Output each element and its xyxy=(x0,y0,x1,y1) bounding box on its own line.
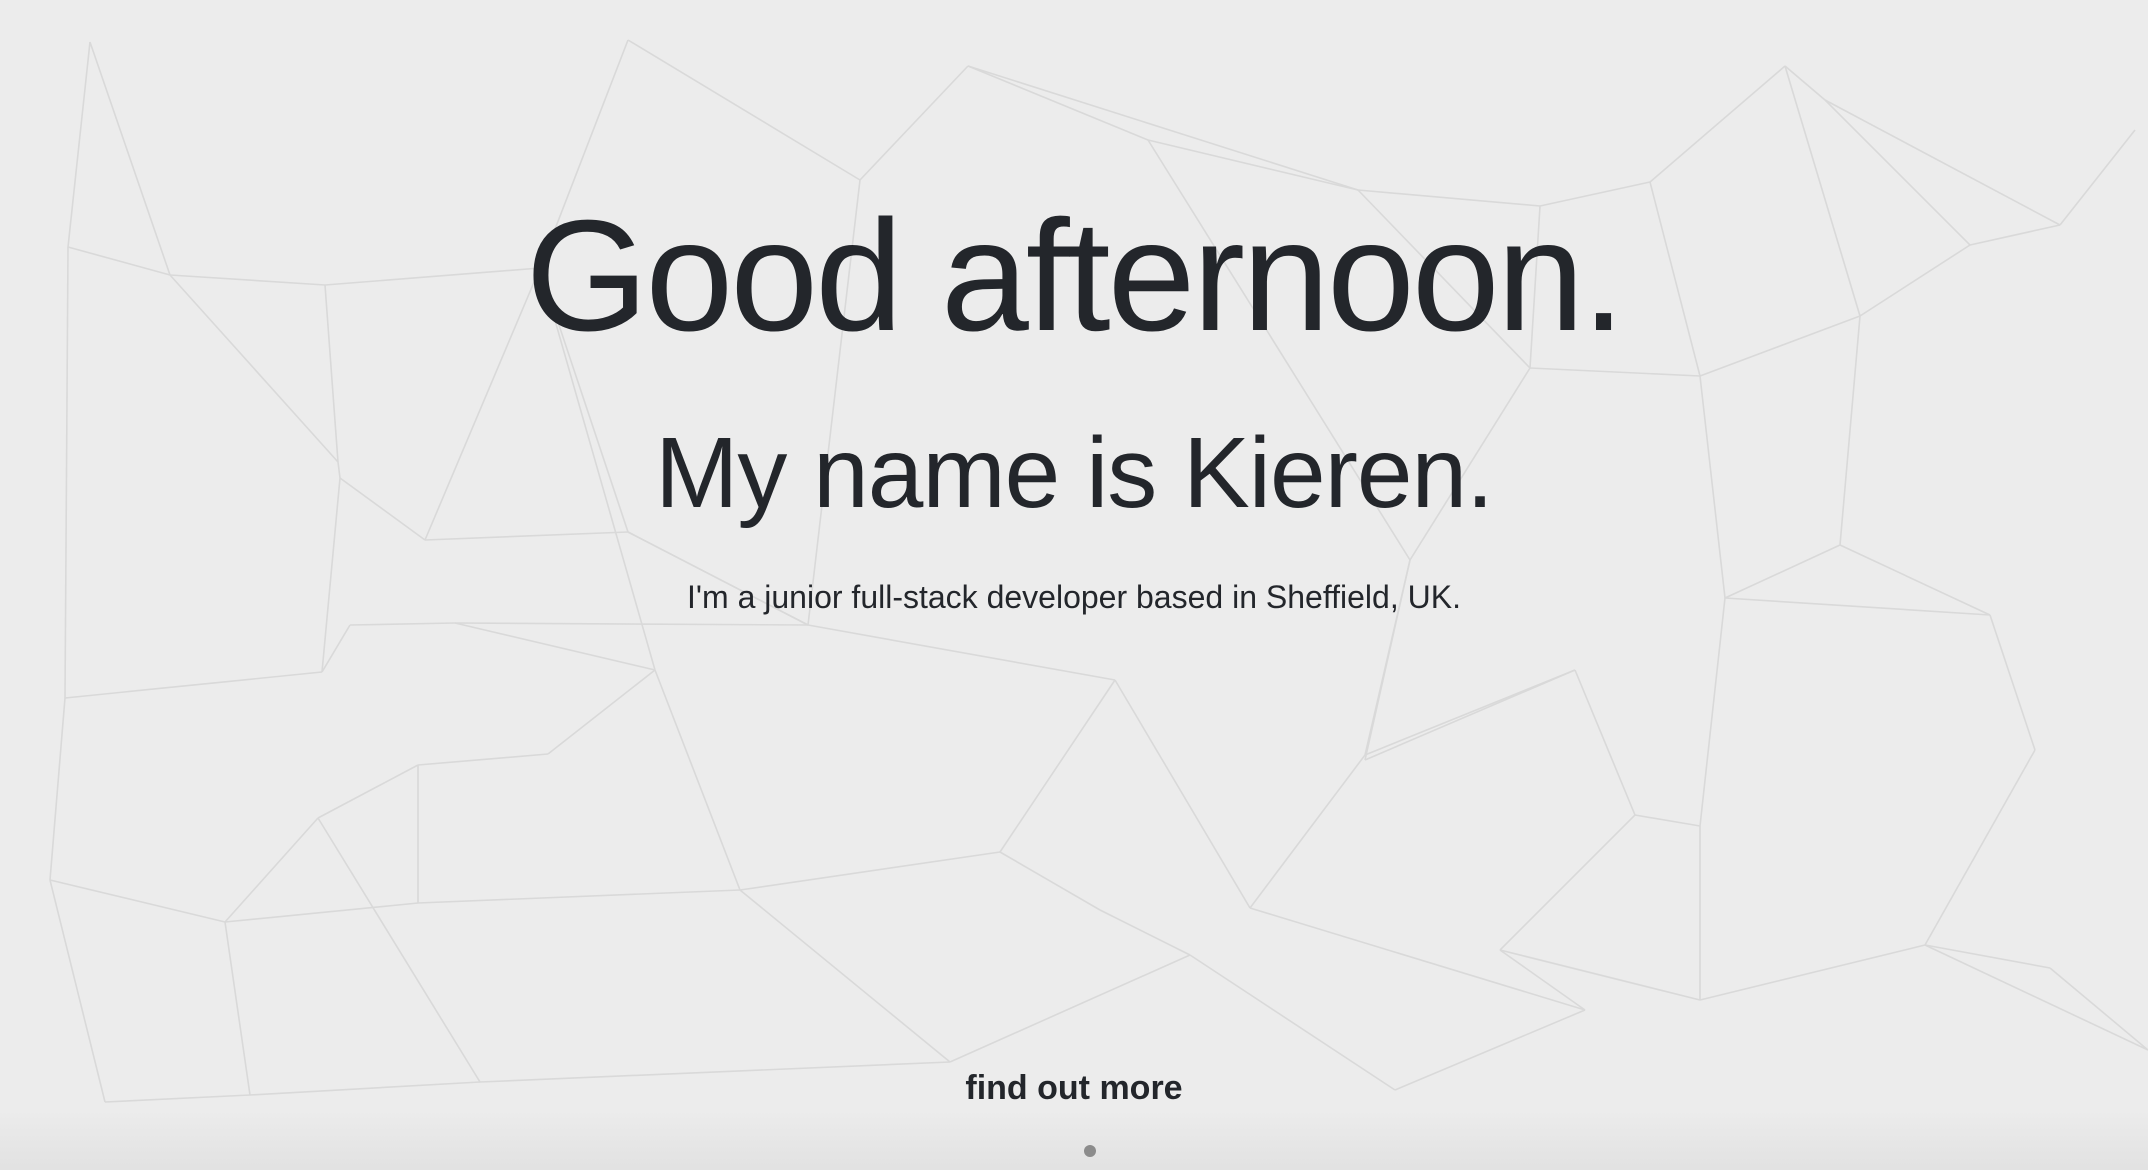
mesh-line xyxy=(2049,967,2148,1051)
mesh-line xyxy=(49,879,106,1103)
mesh-line xyxy=(454,622,809,626)
bottom-shade xyxy=(0,1110,2148,1170)
mesh-line xyxy=(1699,597,1726,827)
mesh-line xyxy=(479,1061,951,1083)
mesh-line xyxy=(859,65,969,181)
mesh-line xyxy=(967,65,1359,191)
mesh-line xyxy=(967,65,1149,141)
greeting-heading: Good afternoon. xyxy=(525,188,1626,364)
mesh-line xyxy=(949,954,1191,1063)
mesh-line xyxy=(1989,614,2036,751)
name-heading: My name is Kieren. xyxy=(655,417,1494,529)
mesh-line xyxy=(249,1081,481,1096)
mesh-line xyxy=(49,697,66,881)
mesh-line xyxy=(317,817,481,1083)
mesh-line xyxy=(1114,679,1251,909)
mesh-line xyxy=(1364,669,1576,756)
mesh-line xyxy=(224,902,419,923)
mesh-line xyxy=(317,764,419,819)
hero-section: Good afternoon. My name is Kieren. I'm a… xyxy=(0,0,2148,1170)
mesh-line xyxy=(999,851,1101,911)
mesh-line xyxy=(1924,944,2051,969)
scroll-indicator-dot[interactable] xyxy=(1084,1145,1096,1157)
mesh-line xyxy=(1099,909,1191,956)
mesh-line xyxy=(739,889,951,1063)
mesh-line xyxy=(1147,139,1359,191)
mesh-line xyxy=(739,851,1001,891)
mesh-line xyxy=(999,679,1116,853)
tagline-text: I'm a junior full-stack developer based … xyxy=(687,579,1461,615)
mesh-line xyxy=(1699,944,1926,1001)
mesh-line xyxy=(1574,669,1636,816)
mesh-line xyxy=(547,669,656,755)
mesh-line xyxy=(1924,944,2148,1051)
mesh-line xyxy=(349,622,456,626)
mesh-line xyxy=(654,669,741,891)
mesh-line xyxy=(64,671,323,699)
mesh-line xyxy=(1529,367,1701,377)
mesh-line xyxy=(417,889,741,904)
mesh-line xyxy=(1634,814,1701,827)
mesh-line xyxy=(49,879,226,923)
find-out-more-link[interactable]: find out more xyxy=(924,1068,1224,1109)
mesh-line xyxy=(424,531,629,541)
mesh-line xyxy=(807,624,1116,681)
mesh-line xyxy=(417,753,549,766)
mesh-line xyxy=(224,817,319,923)
mesh-line xyxy=(224,921,251,1096)
mesh-line xyxy=(1499,814,1636,951)
mesh-line xyxy=(454,622,656,671)
mesh-line xyxy=(1394,1009,1586,1091)
mesh-line xyxy=(1649,65,1786,183)
mesh-line xyxy=(104,1094,251,1103)
mesh-line xyxy=(1499,949,1586,1011)
mesh-line xyxy=(1249,754,1366,909)
mesh-line xyxy=(1784,65,1826,101)
mesh-line xyxy=(627,39,861,181)
mesh-line xyxy=(1924,749,2036,946)
